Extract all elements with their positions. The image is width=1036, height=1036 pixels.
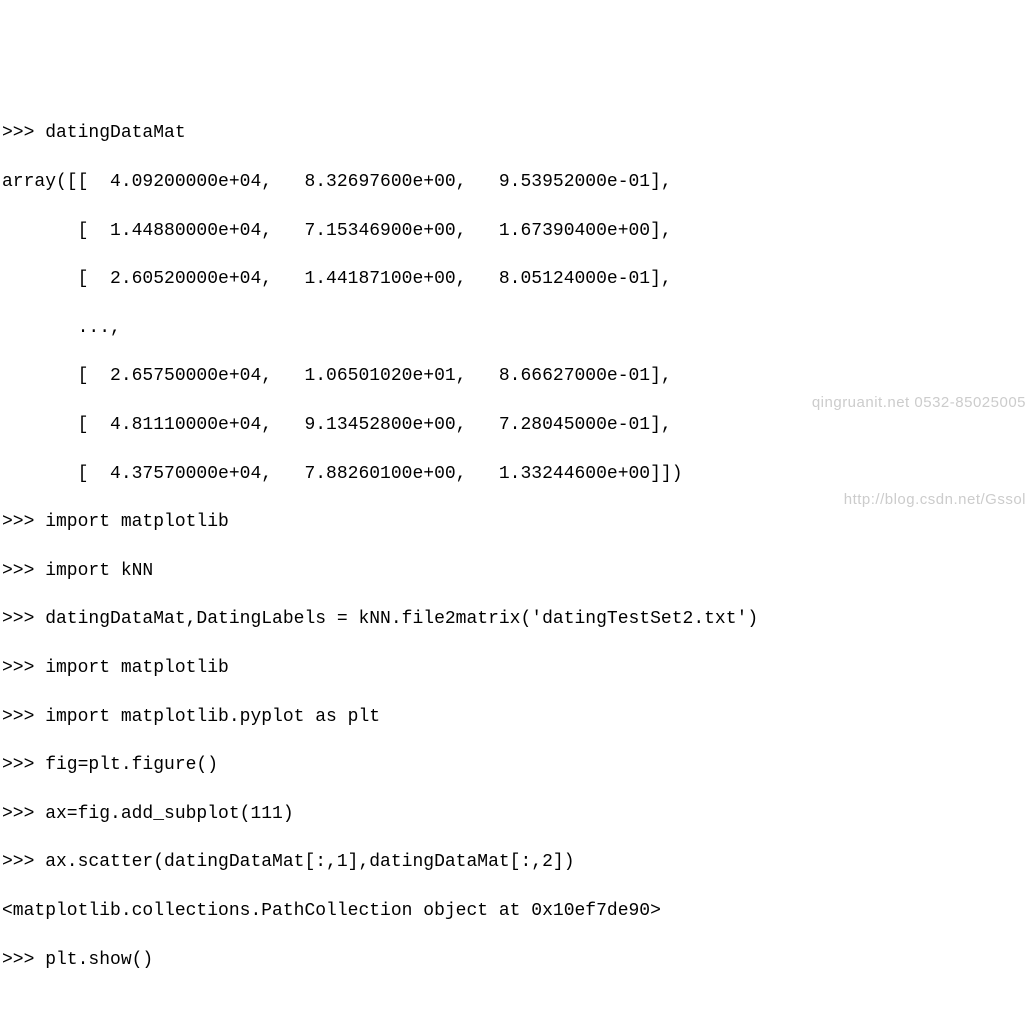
repl-input-line: >>> import kNN: [2, 559, 1034, 583]
repl-input-line: >>> datingDataMat: [2, 121, 1034, 145]
repl-output-line: [ 1.44880000e+04, 7.15346900e+00, 1.6739…: [2, 219, 1034, 243]
repl-output-line: [ 4.81110000e+04, 9.13452800e+00, 7.2804…: [2, 413, 1034, 437]
repl-output-line: [ 2.65750000e+04, 1.06501020e+01, 8.6662…: [2, 364, 1034, 388]
repl-output-line: ...,: [2, 316, 1034, 340]
repl-output-line: [ 2.60520000e+04, 1.44187100e+00, 8.0512…: [2, 267, 1034, 291]
repl-input-line: >>> ax.scatter(datingDataMat[:,1],dating…: [2, 850, 1034, 874]
repl-input-line: >>> fig=plt.figure(): [2, 753, 1034, 777]
repl-output-line: array([[ 4.09200000e+04, 8.32697600e+00,…: [2, 170, 1034, 194]
watermark-text: http://blog.csdn.net/Gssol: [844, 490, 1026, 510]
watermark-text: qingruanit.net 0532-85025005: [812, 393, 1026, 413]
repl-input-line: >>> import matplotlib: [2, 656, 1034, 680]
repl-input-line: >>> plt.show(): [2, 948, 1034, 972]
repl-output-line: [ 4.37570000e+04, 7.88260100e+00, 1.3324…: [2, 462, 1034, 486]
repl-input-line: >>> ax=fig.add_subplot(111): [2, 802, 1034, 826]
repl-input-line: >>> import matplotlib: [2, 510, 1034, 534]
repl-output-line: <matplotlib.collections.PathCollection o…: [2, 899, 1034, 923]
repl-input-line: >>> import matplotlib.pyplot as plt: [2, 705, 1034, 729]
repl-input-line: >>> datingDataMat,DatingLabels = kNN.fil…: [2, 607, 1034, 631]
python-repl-terminal[interactable]: >>> datingDataMat array([[ 4.09200000e+0…: [0, 97, 1036, 996]
